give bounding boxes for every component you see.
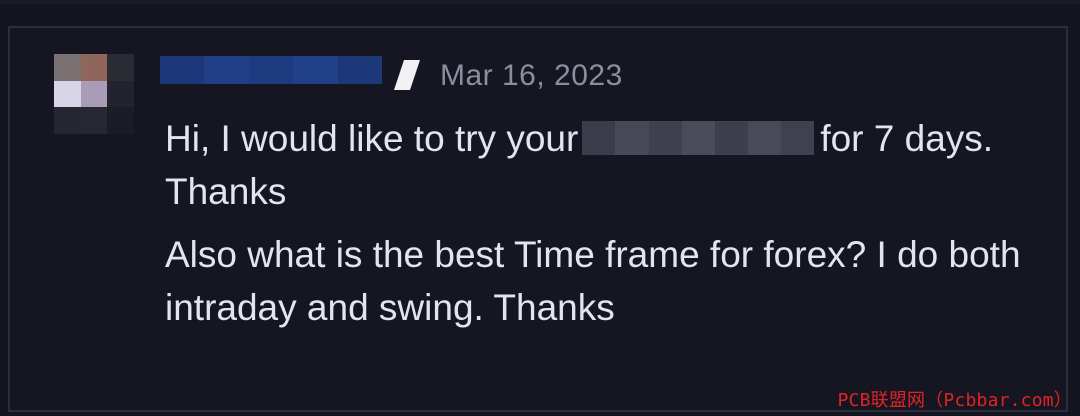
message-text-start: Hi, I would like to try your	[165, 118, 579, 159]
message-line-3: Also what is the best Time frame for for…	[165, 234, 1021, 328]
comment-message: Hi, I would like to try your for 7 days. …	[165, 112, 1045, 334]
top-divider	[0, 0, 1080, 4]
watermark-text: PCB联盟网（Pcbbar.com）	[837, 390, 1072, 411]
user-avatar[interactable]	[54, 54, 134, 134]
username-redacted[interactable]	[160, 56, 383, 84]
slash-separator-icon	[394, 60, 420, 90]
redacted-product-name	[582, 121, 815, 156]
message-line-1: Hi, I would like to try your for 7 days.	[165, 112, 1045, 165]
comment-timestamp: Mar 16, 2023	[440, 59, 623, 92]
message-line-2: Thanks	[165, 171, 287, 212]
message-text-end: for 7 days.	[820, 118, 994, 159]
